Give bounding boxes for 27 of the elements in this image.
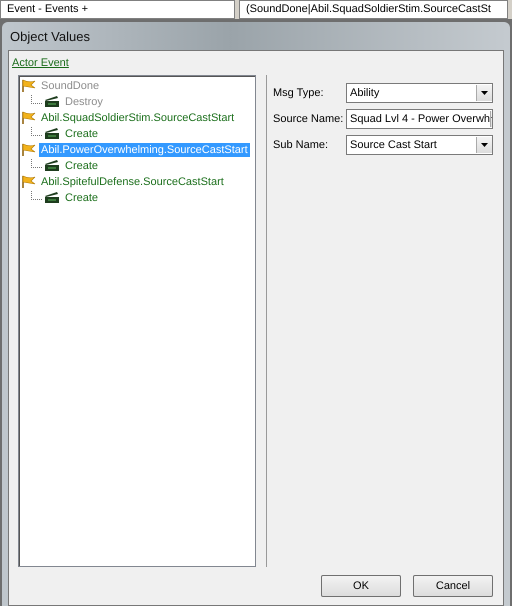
- flag-icon: [21, 111, 37, 125]
- clapperboard-icon: [44, 160, 60, 172]
- window-title: Object Values: [9, 28, 91, 46]
- flag-icon: [21, 79, 37, 93]
- header-cell: (SoundDone|Abil.SquadSoldierStim.SourceCastSt: [239, 0, 508, 19]
- tree-item[interactable]: Abil.SpitefulDefense.SourceCastStart: [39, 175, 226, 189]
- field-label: Source Name:: [273, 113, 344, 125]
- flag-icon: [21, 143, 37, 157]
- field-label: Msg Type:: [273, 87, 325, 99]
- field-label: Sub Name:: [273, 139, 330, 151]
- dropdown-field[interactable]: Squad Lvl 4 - Power Overwh: [346, 109, 493, 129]
- tree-item[interactable]: Create: [63, 191, 100, 205]
- clapperboard-icon: [44, 96, 60, 108]
- caret-icon: [481, 91, 488, 95]
- flag-icon: [21, 175, 37, 189]
- header-cell: Event - Events +: [0, 0, 235, 19]
- actor-event-link[interactable]: Actor Event: [12, 57, 69, 69]
- tree-item[interactable]: Abil.SquadSoldierStim.SourceCastStart: [39, 111, 236, 125]
- tree-item[interactable]: Create: [63, 159, 100, 173]
- ok-button[interactable]: OK: [321, 575, 401, 597]
- dropdown-field[interactable]: Source Cast Start: [346, 135, 493, 155]
- clapperboard-icon: [44, 192, 60, 204]
- dropdown-field[interactable]: Ability: [346, 83, 493, 103]
- clapperboard-icon: [44, 128, 60, 140]
- tree-item[interactable]: Create: [63, 127, 100, 141]
- cancel-button[interactable]: Cancel: [413, 575, 493, 597]
- caret-icon: [481, 143, 488, 147]
